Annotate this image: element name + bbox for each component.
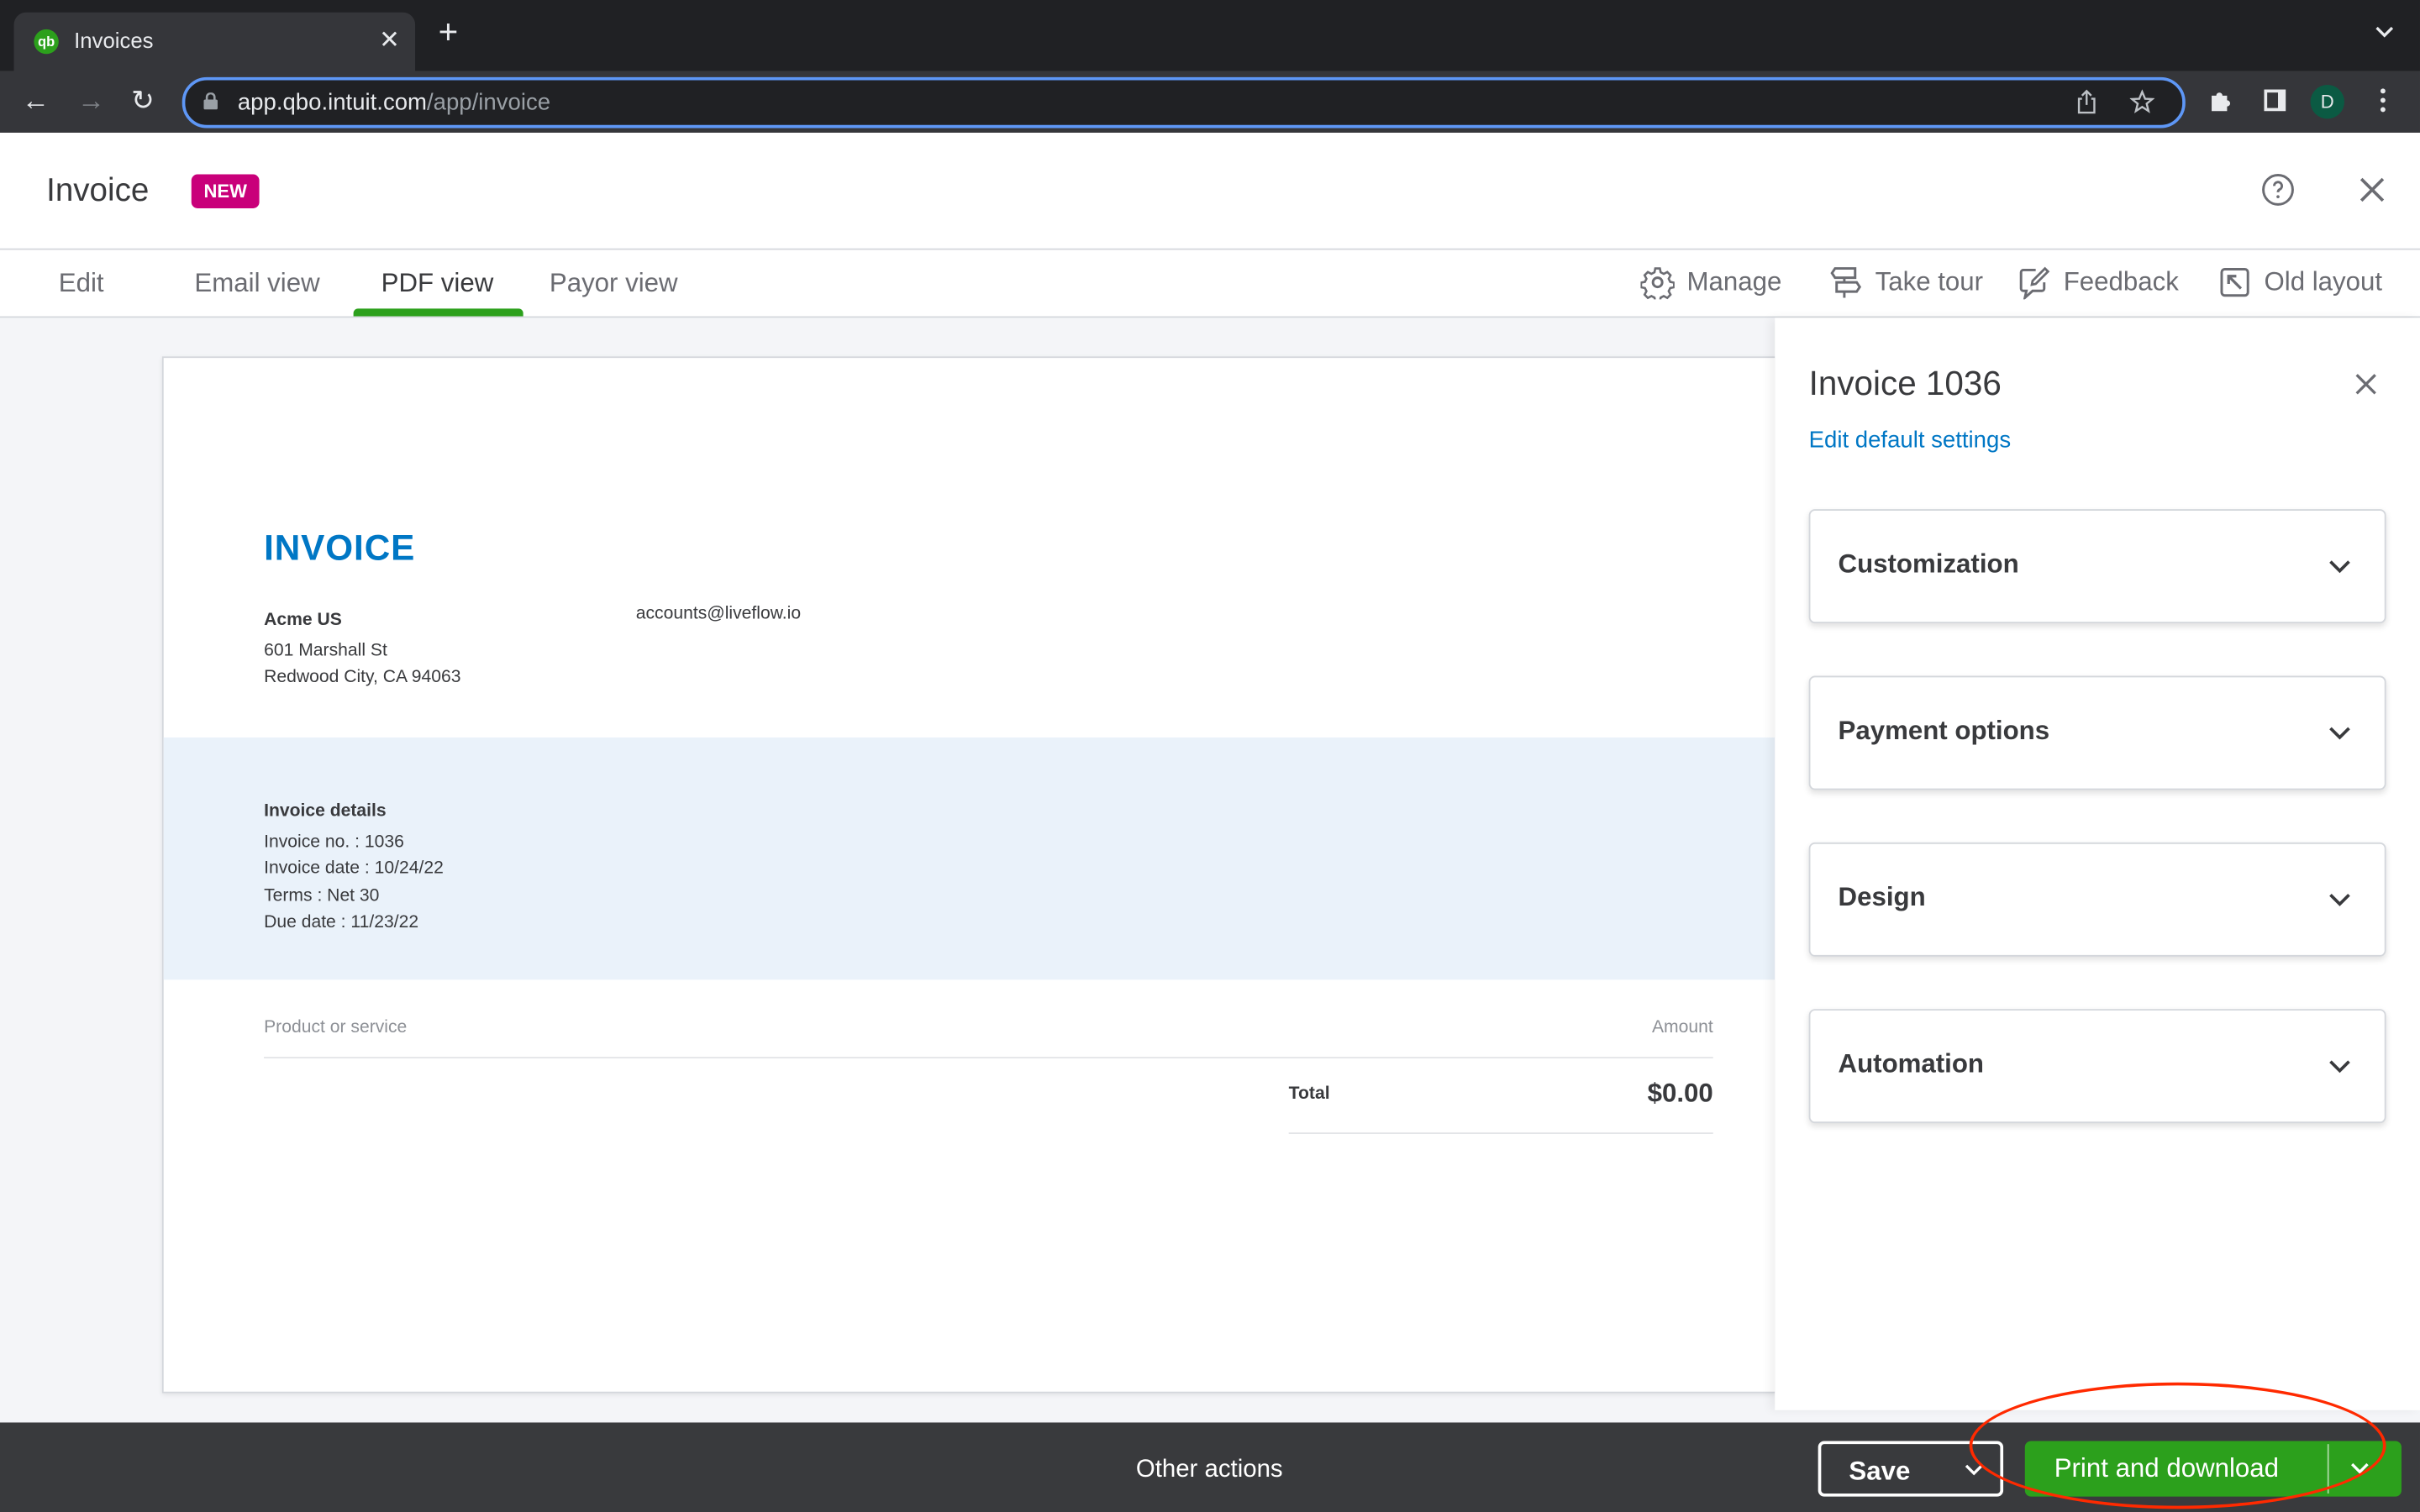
url-text: app.qbo.intuit.com/app/invoice xyxy=(237,89,551,116)
chevron-down-icon xyxy=(2329,560,2350,574)
address-line-1: 601 Marshall St xyxy=(264,641,387,660)
chevron-down-icon xyxy=(2329,727,2350,740)
document-title: INVOICE xyxy=(264,528,416,568)
feedback-icon xyxy=(2019,266,2050,300)
old-layout-button[interactable]: Old layout xyxy=(2217,265,2382,299)
invoice-date: Invoice date : 10/24/22 xyxy=(264,859,444,879)
old-layout-icon xyxy=(2220,268,2249,297)
invoice-details-section: Invoice details Invoice no. : 1036 Invoi… xyxy=(163,737,1776,980)
column-header-product: Product or service xyxy=(264,1018,408,1037)
column-header-amount: Amount xyxy=(1651,1018,1713,1037)
save-button[interactable]: Save xyxy=(1818,1441,2004,1497)
address-line-2: Redwood City, CA 94063 xyxy=(264,668,461,687)
bookmark-star-icon[interactable] xyxy=(2129,89,2155,114)
invoice-settings-panel: Invoice 1036 Edit default settings Custo… xyxy=(1775,318,2420,1410)
manage-button[interactable]: Manage xyxy=(1640,265,1782,300)
take-tour-button[interactable]: Take tour xyxy=(1829,265,1984,299)
divider xyxy=(1288,1132,1713,1134)
tab-payor-view[interactable]: Payor view xyxy=(550,269,678,300)
accordion-automation[interactable]: Automation xyxy=(1808,1009,2386,1124)
quickbooks-favicon-icon: qb xyxy=(34,29,59,55)
screen: qb Invoices ✕ + ← → ↻ app.qbo.intuit.com… xyxy=(0,0,2420,1512)
feedback-button[interactable]: Feedback xyxy=(2018,265,2179,300)
close-icon[interactable] xyxy=(2357,175,2388,206)
active-tab-indicator xyxy=(353,308,523,317)
accordion-label: Design xyxy=(1838,882,1926,912)
signpost-icon xyxy=(1830,267,1862,298)
gear-icon xyxy=(1640,267,1675,300)
page-title: Invoice xyxy=(46,172,150,208)
browser-toolbar: ← → ↻ app.qbo.intuit.com/app/invoice D xyxy=(0,71,2420,134)
button-separator xyxy=(2327,1444,2329,1494)
accordion-customization[interactable]: Customization xyxy=(1808,509,2386,624)
tab-pdf-view[interactable]: PDF view xyxy=(381,269,494,300)
content-area: INVOICE Acme US 601 Marshall St Redwood … xyxy=(0,318,2420,1423)
accordion-label: Payment options xyxy=(1838,716,2050,746)
new-tab-icon[interactable]: + xyxy=(439,14,459,48)
company-email: accounts@liveflow.io xyxy=(635,604,802,624)
accordion-label: Customization xyxy=(1838,549,2019,579)
old-layout-label: Old layout xyxy=(2264,266,2383,297)
panel-title: Invoice 1036 xyxy=(1808,364,2002,403)
company-name: Acme US xyxy=(264,611,342,630)
reload-icon[interactable]: ↻ xyxy=(131,83,155,117)
total-value: $0.00 xyxy=(1647,1078,1713,1108)
total-label: Total xyxy=(1288,1084,1330,1104)
panel-close-icon[interactable] xyxy=(2352,370,2380,398)
divider xyxy=(264,1057,1713,1058)
share-icon[interactable] xyxy=(2075,89,2099,114)
chevron-down-icon[interactable] xyxy=(1963,1460,1985,1482)
other-actions-button[interactable]: Other actions xyxy=(1136,1457,1283,1484)
address-bar[interactable]: app.qbo.intuit.com/app/invoice xyxy=(182,76,2186,129)
side-panel-icon[interactable] xyxy=(2261,87,2289,114)
browser-tab[interactable]: qb Invoices ✕ xyxy=(13,12,416,71)
forward-icon[interactable]: → xyxy=(77,83,105,117)
tab-email-view[interactable]: Email view xyxy=(194,269,319,300)
terms: Terms : Net 30 xyxy=(264,886,380,906)
app-header: Invoice NEW xyxy=(0,132,2420,250)
chevron-down-icon xyxy=(2329,1060,2350,1074)
extensions-puzzle-icon[interactable] xyxy=(2207,87,2235,114)
feedback-label: Feedback xyxy=(2063,266,2179,297)
back-icon[interactable]: ← xyxy=(22,83,50,117)
invoice-pdf-preview: INVOICE Acme US 601 Marshall St Redwood … xyxy=(161,356,1777,1394)
chevron-down-icon[interactable] xyxy=(2349,1458,2371,1480)
company-address: Acme US 601 Marshall St Redwood City, CA… xyxy=(264,608,460,692)
chevron-down-icon xyxy=(2329,894,2350,906)
invoice-number: Invoice no. : 1036 xyxy=(264,832,404,851)
footer-action-bar: Other actions Save Print and download xyxy=(0,1422,2420,1512)
help-icon[interactable] xyxy=(2261,173,2295,207)
take-tour-label: Take tour xyxy=(1875,266,1984,297)
profile-avatar[interactable]: D xyxy=(2310,85,2344,119)
save-label: Save xyxy=(1849,1456,1911,1486)
new-badge: NEW xyxy=(191,174,260,208)
manage-label: Manage xyxy=(1686,266,1782,297)
tab-close-icon[interactable]: ✕ xyxy=(379,24,400,55)
tab-title: Invoices xyxy=(74,28,154,53)
accordion-label: Automation xyxy=(1838,1048,1985,1079)
details-heading: Invoice details xyxy=(264,802,387,822)
view-tabs-bar: Edit Email view PDF view Payor view Mana… xyxy=(0,249,2420,318)
browser-menu-icon[interactable] xyxy=(2369,87,2396,114)
due-date: Due date : 11/23/22 xyxy=(264,913,419,932)
tab-edit[interactable]: Edit xyxy=(59,269,104,300)
browser-tab-strip: qb Invoices ✕ + xyxy=(0,0,2420,71)
print-and-download-button[interactable]: Print and download xyxy=(2024,1441,2402,1497)
edit-default-settings-link[interactable]: Edit default settings xyxy=(1809,428,2011,454)
accordion-design[interactable]: Design xyxy=(1808,842,2386,957)
accordion-payment-options[interactable]: Payment options xyxy=(1808,675,2386,790)
tab-search-chevron-icon[interactable] xyxy=(2374,22,2396,44)
print-and-download-label: Print and download xyxy=(2054,1453,2280,1483)
lock-icon xyxy=(203,92,218,110)
